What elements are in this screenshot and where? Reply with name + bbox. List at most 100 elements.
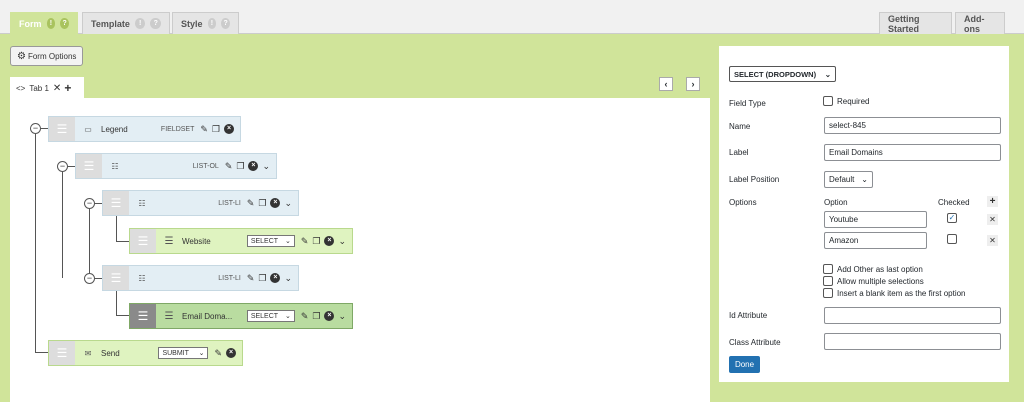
remove-option-icon[interactable]: ✕	[987, 235, 998, 246]
chevron-down-icon[interactable]: ⌄	[262, 161, 270, 172]
row-actions: ✎ ❐ × ⌄	[301, 311, 346, 322]
drag-handle-icon[interactable]: ☰	[49, 117, 75, 141]
copy-icon[interactable]: ❐	[258, 198, 266, 209]
email-select[interactable]: SELECT ⌄	[246, 310, 295, 322]
id-attribute-input[interactable]	[824, 307, 1001, 324]
name-input[interactable]: select-845	[824, 117, 1001, 134]
tab-style[interactable]: Style ! ?	[172, 12, 239, 34]
field-type-select[interactable]: SELECT (DROPDOWN) ⌄	[729, 66, 836, 82]
chevron-down-icon[interactable]: ⌄	[284, 198, 292, 209]
edit-icon[interactable]: ✎	[301, 311, 309, 322]
send-label: Send	[101, 348, 120, 358]
send-select[interactable]: SUBMIT ⌄	[158, 347, 209, 359]
tab-template-label: Template	[91, 18, 130, 29]
ordered-list-icon: ☷	[111, 161, 119, 171]
delete-icon[interactable]: ×	[224, 124, 234, 134]
option-input[interactable]: Youtube	[824, 211, 927, 228]
tab-form[interactable]: Form ! ?	[10, 12, 78, 34]
chevron-down-icon[interactable]: ⌄	[338, 236, 346, 247]
edit-icon[interactable]: ✎	[301, 236, 309, 247]
option-checked-checkbox[interactable]	[947, 234, 957, 244]
tab-addons[interactable]: Add-ons	[955, 12, 1005, 34]
tab-getting-started[interactable]: Getting Started	[879, 12, 952, 34]
row-actions: ✎ ❐ × ⌄	[247, 198, 292, 209]
collapse-list-ol-icon[interactable]: −	[57, 161, 68, 172]
close-tab-icon[interactable]: ✕	[53, 83, 61, 94]
insert-blank-checkbox[interactable]	[823, 288, 833, 298]
delete-icon[interactable]: ×	[270, 273, 281, 283]
label-input[interactable]: Email Domains	[824, 144, 1001, 161]
label-position-select[interactable]: Default ⌄	[824, 171, 873, 188]
collapse-list-li-1-icon[interactable]: −	[84, 198, 95, 209]
copy-icon[interactable]: ❐	[212, 124, 220, 135]
chevron-down-icon[interactable]: ⌄	[284, 273, 292, 284]
edit-icon[interactable]: ✎	[247, 198, 255, 209]
delete-icon[interactable]: ×	[324, 236, 335, 246]
option-input[interactable]: Amazon	[824, 232, 927, 249]
prev-tab-button[interactable]: ‹	[659, 77, 673, 91]
delete-icon[interactable]: ×	[324, 311, 335, 321]
copy-icon[interactable]: ❐	[258, 273, 266, 284]
done-label: Done	[734, 360, 755, 369]
remove-option-icon[interactable]: ✕	[987, 214, 998, 225]
drag-handle-icon[interactable]: ☰	[49, 341, 75, 365]
insert-blank-label: Insert a blank item as the first option	[837, 289, 966, 298]
required-checkbox[interactable]	[823, 96, 833, 106]
form-options-button[interactable]: ⚙ Form Options	[10, 46, 83, 66]
add-tab-icon[interactable]: +	[64, 81, 71, 95]
edit-icon[interactable]: ✎	[200, 124, 208, 135]
collapse-legend-icon[interactable]: −	[30, 123, 41, 134]
allow-multiple-checkbox[interactable]	[823, 276, 833, 286]
tree-row-legend[interactable]: ☰ ▭ Legend FIELDSET ✎ ❐ ×	[48, 116, 241, 142]
done-button[interactable]: Done	[729, 356, 760, 373]
add-option-icon[interactable]: +	[987, 196, 998, 207]
drag-handle-icon[interactable]: ☰	[130, 304, 156, 328]
delete-icon[interactable]: ×	[248, 161, 259, 171]
info-icon: !	[207, 18, 217, 29]
edit-icon[interactable]: ✎	[225, 161, 233, 172]
tab-template[interactable]: Template ! ?	[82, 12, 170, 34]
row-actions: ✎ ❐ × ⌄	[247, 273, 292, 284]
drag-handle-icon[interactable]: ☰	[130, 229, 156, 253]
tab-style-label: Style	[181, 18, 203, 29]
option-value: Amazon	[829, 236, 859, 245]
delete-icon[interactable]: ×	[226, 348, 236, 358]
tree-row-email-domains[interactable]: ☰ ☰ Email Doma... SELECT ⌄ ✎ ❐ × ⌄	[129, 303, 353, 329]
next-tab-button[interactable]: ›	[686, 77, 700, 91]
tree-row-website[interactable]: ☰ ☰ Website SELECT ⌄ ✎ ❐ × ⌄	[129, 228, 353, 254]
options-label: Options	[729, 198, 757, 207]
tree-row-list-li-1[interactable]: ☰ ☷ LIST-LI ✎ ❐ × ⌄	[102, 190, 299, 216]
drag-handle-icon[interactable]: ☰	[103, 266, 129, 290]
class-attribute-input[interactable]	[824, 333, 1001, 350]
drag-handle-icon[interactable]: ☰	[76, 154, 102, 178]
collapse-list-li-2-icon[interactable]: −	[84, 273, 95, 284]
website-select[interactable]: SELECT ⌄	[246, 235, 295, 247]
chevron-down-icon[interactable]: ⌄	[338, 311, 346, 322]
canvas-tab[interactable]: <> Tab 1 ✕ +	[10, 77, 84, 99]
option-checked-checkbox[interactable]: ✓	[947, 213, 957, 223]
field-type-label: Field Type	[729, 99, 766, 108]
edit-icon[interactable]: ✎	[214, 348, 222, 359]
field-type-select-value: SELECT (DROPDOWN)	[734, 69, 817, 79]
tree-row-list-ol[interactable]: ☰ ☷ LIST-OL ✎ ❐ × ⌄	[75, 153, 277, 179]
copy-icon[interactable]: ❐	[312, 311, 320, 322]
form-options-label: Form Options	[27, 51, 77, 61]
list-item-icon: ☷	[138, 273, 146, 283]
edit-icon[interactable]: ✎	[247, 273, 255, 284]
copy-icon[interactable]: ❐	[236, 161, 244, 172]
legend-label: Legend	[101, 124, 128, 134]
add-other-label: Add Other as last option	[837, 265, 923, 274]
field-settings-panel: SELECT (DROPDOWN) ⌄ Field Type Required …	[719, 46, 1009, 382]
copy-icon[interactable]: ❐	[312, 236, 320, 247]
drag-handle-icon[interactable]: ☰	[103, 191, 129, 215]
name-input-value: select-845	[829, 121, 866, 130]
tree-row-list-li-2[interactable]: ☰ ☷ LIST-LI ✎ ❐ × ⌄	[102, 265, 299, 291]
add-other-checkbox[interactable]	[823, 264, 833, 274]
delete-icon[interactable]: ×	[270, 198, 281, 208]
email-label: Email Doma...	[182, 311, 233, 321]
email-select-value: SELECT	[250, 312, 279, 320]
tab-getting-started-label: Getting Started	[888, 13, 920, 34]
folder-icon: ▭	[84, 124, 92, 134]
tree-row-send[interactable]: ☰ ✉ Send SUBMIT ⌄ ✎ ×	[48, 340, 243, 366]
website-select-value: SELECT	[250, 237, 279, 245]
